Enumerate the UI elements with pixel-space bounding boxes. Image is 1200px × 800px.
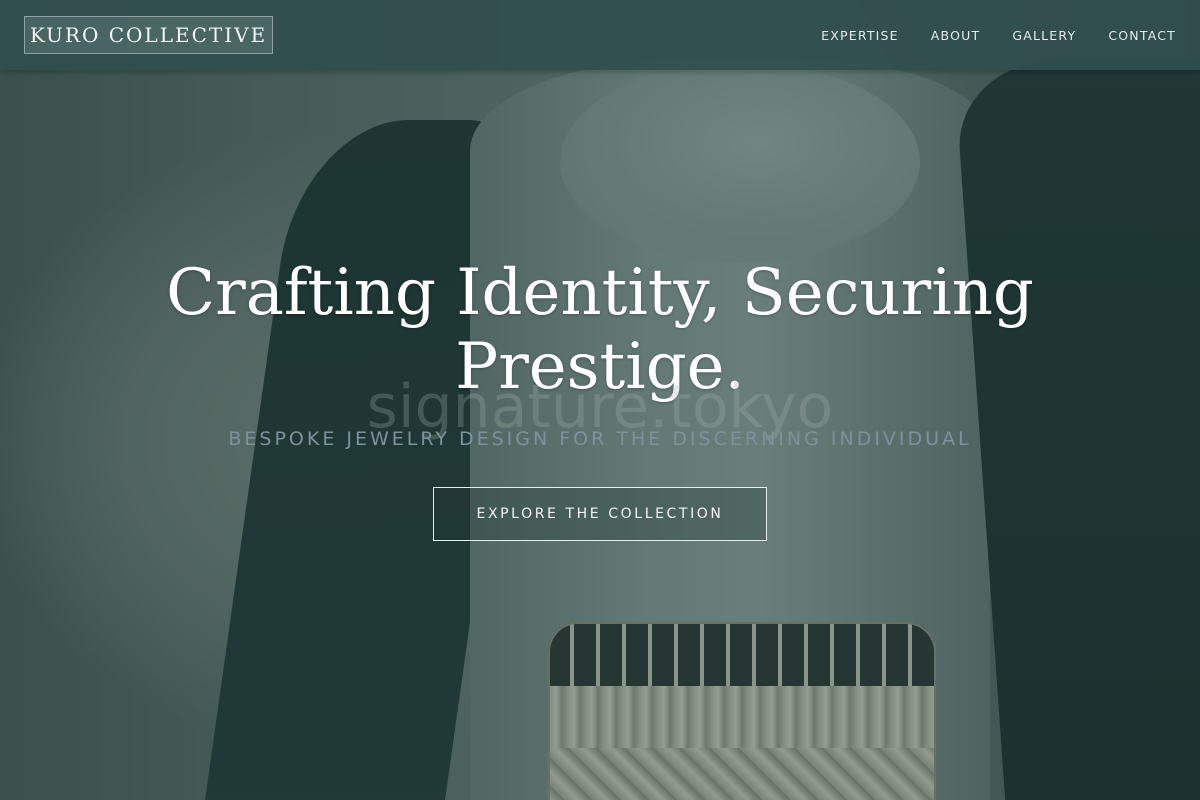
brand-logo[interactable]: KURO COLLECTIVE bbox=[24, 16, 273, 54]
nav-link-contact[interactable]: CONTACT bbox=[1108, 28, 1176, 43]
explore-collection-button[interactable]: EXPLORE THE COLLECTION bbox=[433, 487, 767, 541]
hero-headline: Crafting Identity, Securing Prestige. bbox=[166, 256, 1034, 404]
nav-link-gallery[interactable]: GALLERY bbox=[1012, 28, 1076, 43]
site-header: KURO COLLECTIVE EXPERTISE ABOUT GALLERY … bbox=[0, 0, 1200, 70]
nav-link-expertise[interactable]: EXPERTISE bbox=[821, 28, 899, 43]
main-nav: EXPERTISE ABOUT GALLERY CONTACT bbox=[821, 0, 1176, 70]
hero-tagline: BESPOKE JEWELRY DESIGN FOR THE DISCERNIN… bbox=[228, 428, 972, 450]
nav-link-about[interactable]: ABOUT bbox=[931, 28, 981, 43]
